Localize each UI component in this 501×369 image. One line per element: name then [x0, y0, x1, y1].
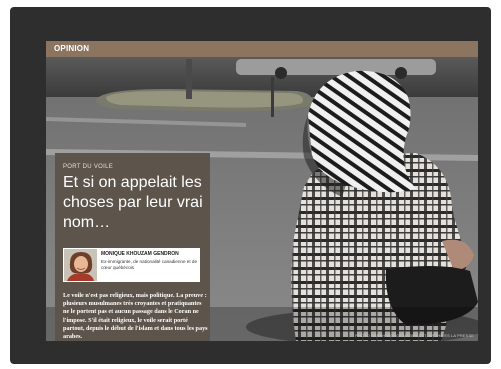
author-portrait-icon	[64, 249, 97, 281]
article-panel: PORT DU VOILE Et si on appelait les chos…	[55, 153, 210, 341]
author-photo	[64, 249, 97, 281]
article-headline[interactable]: Et si on appelait les choses par leur vr…	[63, 173, 207, 233]
article-kicker: PORT DU VOILE	[63, 164, 114, 170]
tablet-frame: OPINION PHOTO SARAH MONGEAU-BIRKETT, ARC…	[10, 7, 491, 364]
section-label[interactable]: OPINION	[54, 44, 89, 53]
author-bio: Ex-immigrante, de nationalité canadienne…	[101, 259, 198, 270]
section-bar: OPINION	[46, 41, 478, 57]
author-name: MONIQUE KHOUZAM GENDRON	[101, 251, 179, 257]
author-box[interactable]: MONIQUE KHOUZAM GENDRON Ex-immigrante, d…	[63, 248, 200, 282]
article-screen: OPINION PHOTO SARAH MONGEAU-BIRKETT, ARC…	[46, 41, 478, 341]
article-lead: Le voile n'est pas religieux, mais polit…	[63, 292, 208, 341]
photo-credit: PHOTO SARAH MONGEAU-BIRKETT, ARCHIVES LA…	[355, 333, 474, 338]
